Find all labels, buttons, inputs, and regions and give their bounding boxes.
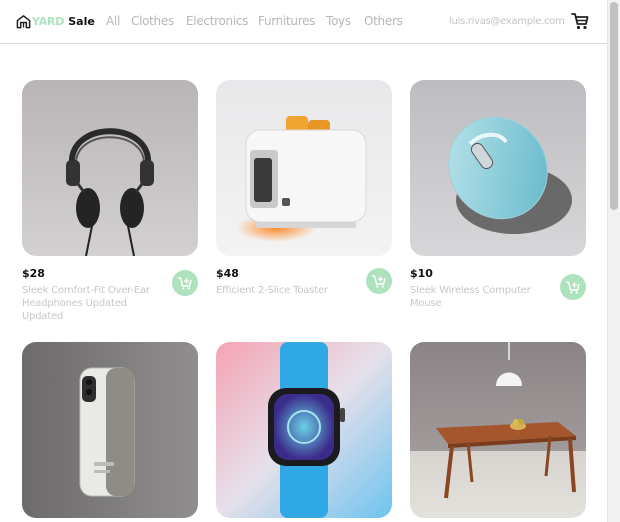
product-price: $28 <box>22 267 45 280</box>
brand-logo[interactable]: YARD Sale <box>16 12 95 30</box>
product-title[interactable]: Efficient 2-Slice Toaster <box>216 284 354 297</box>
nav-link-toys[interactable]: Toys <box>326 14 351 28</box>
user-email[interactable]: luis.rivas@example.com <box>449 16 565 27</box>
product-card[interactable]: $28 Sleek Comfort-Fit Over-Ear Headphone… <box>22 80 198 322</box>
nav-link-others[interactable]: Others <box>364 14 403 28</box>
product-title[interactable]: Sleek Wireless Computer Mouse <box>410 284 548 310</box>
shopping-cart-icon[interactable] <box>570 11 590 31</box>
add-to-cart-button[interactable] <box>172 270 198 296</box>
add-to-cart-button[interactable] <box>560 274 586 300</box>
product-card[interactable] <box>410 342 586 518</box>
nav-link-furnitures[interactable]: Furnitures <box>258 14 315 28</box>
product-card[interactable] <box>22 342 198 518</box>
product-image-toaster[interactable] <box>216 80 392 256</box>
product-card[interactable]: $48 Efficient 2-Slice Toaster <box>216 80 392 296</box>
page-scrollbar[interactable] <box>607 0 620 522</box>
add-to-cart-icon <box>565 281 580 294</box>
nav-link-all[interactable]: All <box>106 14 120 28</box>
brand-name-sale: Sale <box>68 14 95 28</box>
product-image-headphones[interactable] <box>22 80 198 256</box>
brand-name-yard: YARD <box>32 14 65 28</box>
add-to-cart-icon <box>177 277 192 290</box>
add-to-cart-button[interactable] <box>366 268 392 294</box>
product-card[interactable]: $10 Sleek Wireless Computer Mouse <box>410 80 586 309</box>
product-image-smartwatch[interactable] <box>216 342 392 518</box>
product-card[interactable] <box>216 342 392 518</box>
product-image-mouse[interactable] <box>410 80 586 256</box>
product-image-smartphone[interactable] <box>22 342 198 518</box>
product-title[interactable]: Sleek Comfort-Fit Over-Ear Headphones Up… <box>22 284 160 323</box>
top-navbar: YARD Sale All Clothes Electronics Furnit… <box>0 0 607 44</box>
product-price: $10 <box>410 267 433 280</box>
product-image-dining-table[interactable] <box>410 342 586 518</box>
house-icon <box>16 14 31 28</box>
nav-link-electronics[interactable]: Electronics <box>186 14 248 28</box>
nav-link-clothes[interactable]: Clothes <box>131 14 174 28</box>
add-to-cart-icon <box>371 275 386 288</box>
product-price: $48 <box>216 267 239 280</box>
scrollbar-thumb[interactable] <box>610 2 618 210</box>
